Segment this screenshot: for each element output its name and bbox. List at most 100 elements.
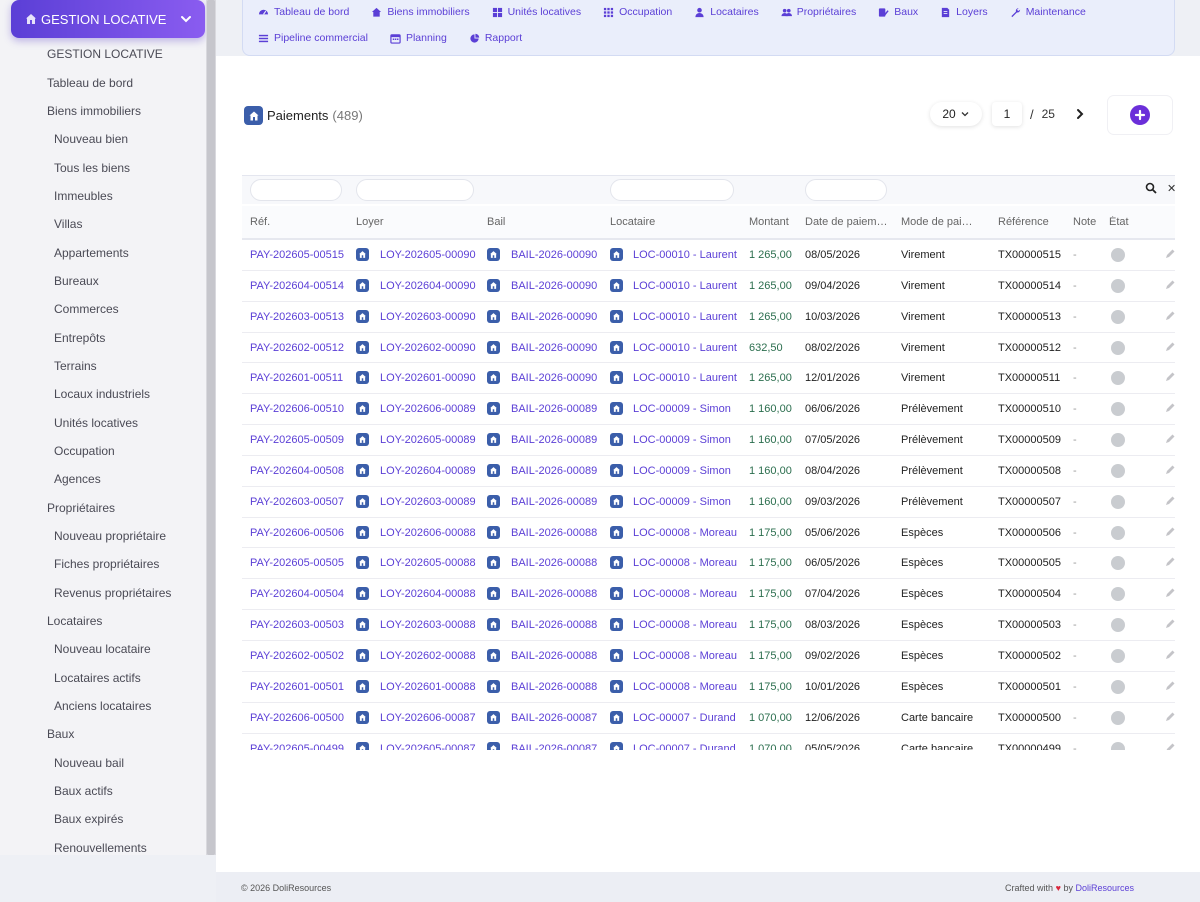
lease-link[interactable]: BAIL-2026-00089: [511, 465, 597, 477]
clear-filter-icon[interactable]: ✕: [1167, 182, 1175, 194]
payment-ref-link[interactable]: PAY-202603-00507: [250, 496, 344, 508]
edit-pencil-icon[interactable]: [1164, 402, 1175, 414]
rent-link[interactable]: LOY-202603-00088: [380, 619, 476, 631]
payment-ref-link[interactable]: PAY-202606-00506: [250, 527, 344, 539]
payment-ref-link[interactable]: PAY-202601-00511: [250, 372, 343, 384]
edit-pencil-icon[interactable]: [1164, 742, 1175, 750]
sidebar-item[interactable]: Tableau de bord: [0, 68, 206, 96]
rent-link[interactable]: LOY-202602-00088: [380, 650, 476, 662]
next-page-icon[interactable]: [1073, 107, 1087, 121]
edit-pencil-icon[interactable]: [1164, 680, 1175, 692]
per-page-select[interactable]: 20: [930, 102, 982, 126]
sidebar-item[interactable]: Entrepôts: [0, 323, 206, 351]
tenant-link[interactable]: LOC-00010 - Laurent: [633, 311, 737, 323]
nav-link[interactable]: Loyers: [940, 6, 988, 18]
lease-link[interactable]: BAIL-2026-00089: [511, 403, 597, 415]
rent-link[interactable]: LOY-202605-00090: [380, 249, 476, 261]
lease-link[interactable]: BAIL-2026-00088: [511, 527, 597, 539]
rent-link[interactable]: LOY-202604-00088: [380, 588, 476, 600]
payment-ref-link[interactable]: PAY-202603-00503: [250, 619, 344, 631]
current-page-input[interactable]: 1: [992, 102, 1022, 126]
nav-link[interactable]: Rapport: [469, 32, 522, 44]
column-header[interactable]: Réf.: [250, 216, 270, 228]
rent-link[interactable]: LOY-202603-00090: [380, 311, 476, 323]
tenant-link[interactable]: LOC-00010 - Laurent: [633, 372, 737, 384]
edit-pencil-icon[interactable]: [1164, 341, 1175, 353]
lease-link[interactable]: BAIL-2026-00090: [511, 311, 597, 323]
filter-date-input[interactable]: [805, 179, 887, 201]
tenant-link[interactable]: LOC-00010 - Laurent: [633, 249, 737, 261]
payment-ref-link[interactable]: PAY-202602-00502: [250, 650, 344, 662]
edit-pencil-icon[interactable]: [1164, 711, 1175, 723]
add-payment-button[interactable]: [1108, 96, 1172, 134]
nav-link[interactable]: Tableau de bord: [258, 6, 349, 18]
lease-link[interactable]: BAIL-2026-00088: [511, 588, 597, 600]
nav-link[interactable]: Baux: [878, 6, 918, 18]
payment-ref-link[interactable]: PAY-202603-00513: [250, 311, 344, 323]
tenant-link[interactable]: LOC-00008 - Moreau: [633, 650, 737, 662]
table-row[interactable]: PAY-202601-00501 LOY-202601-00088 BAIL-202…: [242, 672, 1175, 703]
payment-ref-link[interactable]: PAY-202606-00510: [250, 403, 344, 415]
sidebar-scrollbar[interactable]: [206, 0, 216, 855]
filter-ref-input[interactable]: [250, 179, 342, 201]
rent-link[interactable]: LOY-202606-00088: [380, 527, 476, 539]
edit-pencil-icon[interactable]: [1164, 310, 1175, 322]
nav-link[interactable]: Unités locatives: [492, 6, 581, 18]
tenant-link[interactable]: LOC-00009 - Simon: [633, 403, 731, 415]
payment-ref-link[interactable]: PAY-202605-00509: [250, 434, 344, 446]
payment-ref-link[interactable]: PAY-202605-00499: [250, 743, 344, 751]
column-header[interactable]: Date de paiem…: [805, 216, 888, 228]
rent-link[interactable]: LOY-202604-00090: [380, 280, 476, 292]
tenant-link[interactable]: LOC-00007 - Durand: [633, 743, 736, 751]
tenant-link[interactable]: LOC-00008 - Moreau: [633, 619, 737, 631]
rent-link[interactable]: LOY-202604-00089: [380, 465, 476, 477]
edit-pencil-icon[interactable]: [1164, 248, 1175, 260]
edit-pencil-icon[interactable]: [1164, 495, 1175, 507]
payment-ref-link[interactable]: PAY-202605-00515: [250, 249, 344, 261]
table-row[interactable]: PAY-202606-00510 LOY-202606-00089 BAIL-202…: [242, 394, 1175, 426]
module-menu-header[interactable]: GESTION LOCATIVE: [11, 0, 205, 38]
table-row[interactable]: PAY-202606-00500 LOY-202606-00087 BAIL-202…: [242, 703, 1175, 734]
rent-link[interactable]: LOY-202603-00089: [380, 496, 476, 508]
sidebar-item[interactable]: Bureaux: [0, 267, 206, 295]
tenant-link[interactable]: LOC-00010 - Laurent: [633, 342, 737, 354]
chevron-down-icon[interactable]: [179, 12, 193, 26]
nav-link[interactable]: Locataires: [694, 6, 759, 18]
nav-link[interactable]: Maintenance: [1010, 6, 1086, 18]
edit-pencil-icon[interactable]: [1164, 371, 1175, 383]
sidebar-item[interactable]: Nouveau propriétaire: [0, 522, 206, 550]
payment-ref-link[interactable]: PAY-202601-00501: [250, 681, 344, 693]
column-header[interactable]: Loyer: [356, 216, 384, 228]
column-header[interactable]: Montant: [749, 216, 789, 228]
table-row[interactable]: PAY-202605-00499 LOY-202605-00087 BAIL-202…: [242, 734, 1175, 751]
lease-link[interactable]: BAIL-2026-00088: [511, 650, 597, 662]
tenant-link[interactable]: LOC-00009 - Simon: [633, 434, 731, 446]
table-row[interactable]: PAY-202603-00513 LOY-202603-00090 BAIL-202…: [242, 302, 1175, 333]
column-header[interactable]: État: [1109, 216, 1129, 228]
brand-link[interactable]: DoliResources: [1075, 883, 1134, 893]
tenant-link[interactable]: LOC-00009 - Simon: [633, 465, 731, 477]
column-header[interactable]: Locataire: [610, 216, 655, 228]
edit-pencil-icon[interactable]: [1164, 279, 1175, 291]
sidebar-item[interactable]: Nouveau bien: [0, 125, 206, 153]
lease-link[interactable]: BAIL-2026-00087: [511, 743, 597, 751]
lease-link[interactable]: BAIL-2026-00090: [511, 372, 597, 384]
lease-link[interactable]: BAIL-2026-00089: [511, 496, 597, 508]
table-row[interactable]: PAY-202605-00509 LOY-202605-00089 BAIL-202…: [242, 425, 1175, 456]
sidebar-item[interactable]: GESTION LOCATIVE: [0, 40, 206, 68]
rent-link[interactable]: LOY-202606-00087: [380, 712, 476, 724]
sidebar-item[interactable]: Immeubles: [0, 182, 206, 210]
payment-ref-link[interactable]: PAY-202604-00504: [250, 588, 344, 600]
rent-link[interactable]: LOY-202605-00089: [380, 434, 476, 446]
sidebar-item[interactable]: Baux: [0, 720, 206, 748]
lease-link[interactable]: BAIL-2026-00090: [511, 249, 597, 261]
tenant-link[interactable]: LOC-00008 - Moreau: [633, 681, 737, 693]
lease-link[interactable]: BAIL-2026-00088: [511, 557, 597, 569]
table-row[interactable]: PAY-202601-00511 LOY-202601-00090 BAIL-202…: [242, 363, 1175, 395]
table-row[interactable]: PAY-202604-00514 LOY-202604-00090 BAIL-202…: [242, 271, 1175, 302]
table-row[interactable]: PAY-202603-00507 LOY-202603-00089 BAIL-202…: [242, 487, 1175, 518]
nav-link[interactable]: Occupation: [603, 6, 672, 18]
sidebar-item[interactable]: Propriétaires: [0, 494, 206, 522]
sidebar-item[interactable]: Fiches propriétaires: [0, 550, 206, 578]
column-header[interactable]: Bail: [487, 216, 505, 228]
